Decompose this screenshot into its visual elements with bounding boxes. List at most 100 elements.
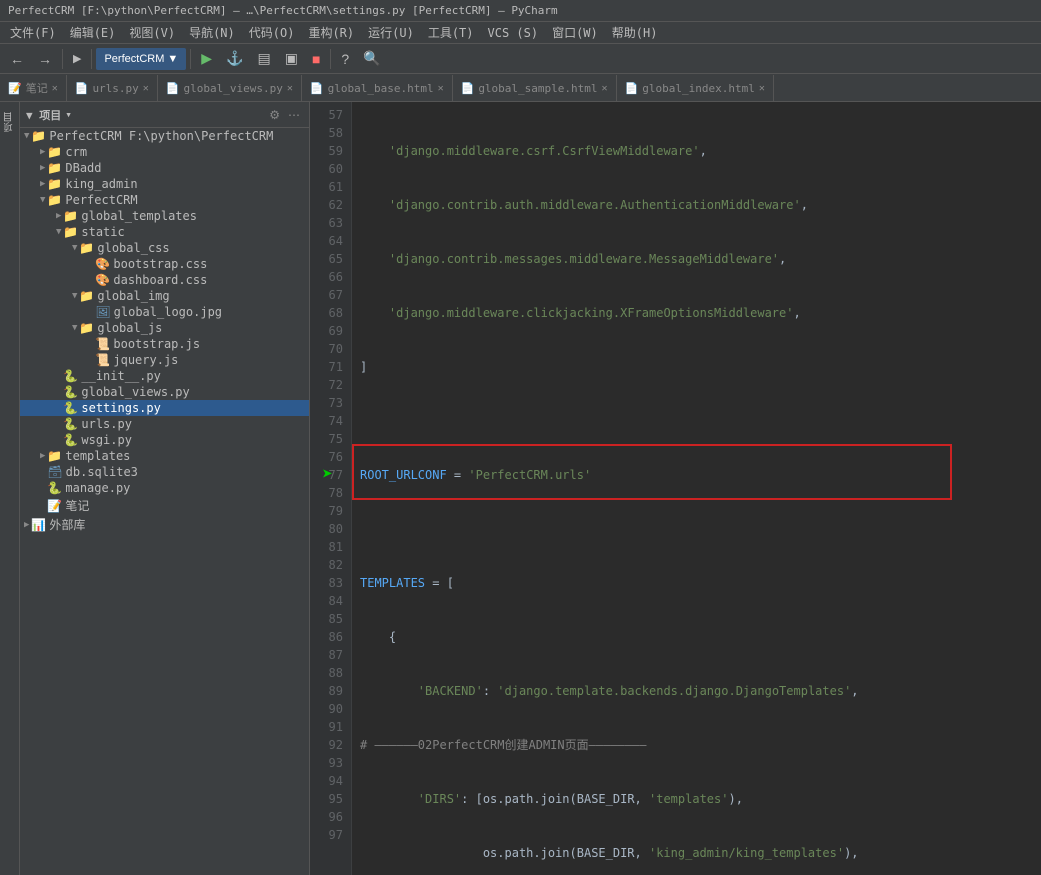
tree-root[interactable]: ▼ 📁 PerfectCRM F:\python\PerfectCRM	[20, 128, 309, 144]
menu-code[interactable]: 代码(O)	[243, 22, 301, 43]
wsgi-icon: 🐍	[63, 433, 78, 447]
tree-item-biji[interactable]: ▶ 📝 笔记	[20, 496, 309, 515]
tab-notes-label: 笔记	[26, 80, 48, 96]
biji-icon: 📝	[47, 499, 62, 513]
jquery-js-icon: 📜	[95, 353, 110, 367]
tab-global-base-close[interactable]: ✕	[438, 83, 444, 94]
find-action-button[interactable]: 🔍	[357, 47, 386, 71]
code-content[interactable]: 'django.middleware.csrf.CsrfViewMiddlewa…	[352, 102, 1041, 875]
menu-edit[interactable]: 编辑(E)	[64, 22, 122, 43]
bootstrap-js-icon: 📜	[95, 337, 110, 351]
global-templates-arrow: ▶	[56, 211, 61, 221]
project-dropdown[interactable]: ▾	[65, 108, 72, 121]
crm-folder-icon: 📁	[47, 145, 62, 159]
static-folder-icon: 📁	[63, 225, 78, 239]
perfectcrm-arrow: ▼	[40, 195, 45, 205]
global-css-arrow: ▼	[72, 243, 77, 253]
dbadd-label: DBadd	[65, 161, 101, 175]
menu-view[interactable]: 视图(V)	[123, 22, 181, 43]
king-admin-arrow: ▶	[40, 179, 45, 189]
run-config-label: PerfectCRM	[104, 53, 164, 65]
tab-global-views[interactable]: 📄 global_views.py ✕	[158, 75, 302, 101]
menu-help[interactable]: 帮助(H)	[606, 22, 664, 43]
coverage-button[interactable]: ▤	[251, 47, 276, 71]
tree-item-global-views[interactable]: ▶ 🐍 global_views.py	[20, 384, 309, 400]
titlebar-text: PerfectCRM [F:\python\PerfectCRM] – …\Pe…	[8, 4, 558, 17]
menu-vcs[interactable]: VCS (S)	[482, 24, 545, 42]
tree-item-static[interactable]: ▼ 📁 static	[20, 224, 309, 240]
code-line-59: 'django.contrib.messages.middleware.Mess…	[360, 250, 1041, 268]
ext-libs-label: 外部库	[49, 516, 85, 533]
tree-item-crm[interactable]: ▶ 📁 crm	[20, 144, 309, 160]
tab-urls[interactable]: 📄 urls.py ✕	[67, 75, 158, 101]
debug-button[interactable]: ⚓	[220, 47, 249, 71]
bootstrap-css-label: bootstrap.css	[113, 257, 207, 271]
sidebar-header-left: ▼ 项目 ▾	[26, 107, 72, 123]
back-button[interactable]: ←	[4, 47, 30, 71]
profile-button[interactable]: ▣	[279, 47, 304, 71]
tree-item-wsgi[interactable]: ▶ 🐍 wsgi.py	[20, 432, 309, 448]
tree-item-ext-libs[interactable]: ▶ 📊 外部库	[20, 515, 309, 534]
urls-label: urls.py	[81, 417, 132, 431]
stop-button[interactable]: ■	[306, 47, 326, 71]
tree-item-bootstrap-css[interactable]: ▶ 🎨 bootstrap.css	[20, 256, 309, 272]
sidebar-hide-btn[interactable]: ⋯	[285, 107, 303, 123]
run-config-button[interactable]: ▶	[67, 47, 87, 71]
menu-run[interactable]: 运行(U)	[362, 22, 420, 43]
tree-item-perfectcrm[interactable]: ▼ 📁 PerfectCRM	[20, 192, 309, 208]
tree-item-settings[interactable]: ▶ 🐍 settings.py	[20, 400, 309, 416]
tab-global-views-close[interactable]: ✕	[287, 83, 293, 94]
tab-global-base[interactable]: 📄 global_base.html ✕	[302, 75, 453, 101]
code-line-57: 'django.middleware.csrf.CsrfViewMiddlewa…	[360, 142, 1041, 160]
tab-global-index-close[interactable]: ✕	[759, 83, 765, 94]
tree-item-dashboard-css[interactable]: ▶ 🎨 dashboard.css	[20, 272, 309, 288]
code-line-60: 'django.middleware.clickjacking.XFrameOp…	[360, 304, 1041, 322]
global-templates-label: global_templates	[81, 209, 197, 223]
menu-window[interactable]: 窗口(W)	[546, 22, 604, 43]
tree-item-dbadd[interactable]: ▶ 📁 DBadd	[20, 160, 309, 176]
play-green-button[interactable]: ▶	[195, 47, 218, 71]
tree-item-global-templates[interactable]: ▶ 📁 global_templates	[20, 208, 309, 224]
settings-icon: 🐍	[63, 401, 78, 415]
crm-arrow: ▶	[40, 147, 45, 157]
main-area: 项目 ▼ 项目 ▾ ⚙ ⋯ ▼ 📁 PerfectCRM F:\python\P…	[0, 102, 1041, 875]
tree-item-init[interactable]: ▶ 🐍 __init__.py	[20, 368, 309, 384]
tabs-bar: 📝 笔记 ✕ 📄 urls.py ✕ 📄 global_views.py ✕ 📄…	[0, 74, 1041, 102]
tab-global-sample-close[interactable]: ✕	[602, 83, 608, 94]
tab-global-views-icon: 📄	[166, 82, 180, 95]
help-button[interactable]: ?	[335, 47, 355, 71]
project-strip[interactable]: 项目	[0, 106, 19, 138]
tree-item-bootstrap-js[interactable]: ▶ 📜 bootstrap.js	[20, 336, 309, 352]
dbadd-folder-icon: 📁	[47, 161, 62, 175]
db-label: db.sqlite3	[66, 465, 138, 479]
sidebar-settings-btn[interactable]: ⚙	[266, 107, 283, 123]
menu-file[interactable]: 文件(F)	[4, 22, 62, 43]
code-line-66: {	[360, 628, 1041, 646]
menu-tools[interactable]: 工具(T)	[422, 22, 480, 43]
tree-item-global-img[interactable]: ▼ 📁 global_img	[20, 288, 309, 304]
tree-item-jquery-js[interactable]: ▶ 📜 jquery.js	[20, 352, 309, 368]
menu-navigate[interactable]: 导航(N)	[183, 22, 241, 43]
tree-item-global-logo[interactable]: ▶ 🖼 global_logo.jpg	[20, 304, 309, 320]
tab-global-index[interactable]: 📄 global_index.html ✕	[617, 75, 774, 101]
menu-refactor[interactable]: 重构(R)	[302, 22, 360, 43]
tab-urls-close[interactable]: ✕	[143, 83, 149, 94]
tab-notes-close[interactable]: ✕	[52, 83, 58, 94]
tab-global-sample[interactable]: 📄 global_sample.html ✕	[453, 75, 617, 101]
perfectcrm-folder-icon: 📁	[47, 193, 62, 207]
tree-item-global-js[interactable]: ▼ 📁 global_js	[20, 320, 309, 336]
tree-item-king-admin[interactable]: ▶ 📁 king_admin	[20, 176, 309, 192]
tree-item-manage[interactable]: ▶ 🐍 manage.py	[20, 480, 309, 496]
tree-item-templates[interactable]: ▶ 📁 templates	[20, 448, 309, 464]
tree-item-global-css[interactable]: ▼ 📁 global_css	[20, 240, 309, 256]
tab-notes[interactable]: 📝 笔记 ✕	[0, 75, 67, 101]
tree-item-urls[interactable]: ▶ 🐍 urls.py	[20, 416, 309, 432]
tree-item-db[interactable]: ▶ 🗃 db.sqlite3	[20, 464, 309, 480]
templates-label: templates	[65, 449, 130, 463]
code-line-67: 'BACKEND': 'django.template.backends.dja…	[360, 682, 1041, 700]
templates-folder-icon: 📁	[47, 449, 62, 463]
run-button[interactable]: PerfectCRM ▼	[96, 48, 186, 70]
forward-button[interactable]: →	[32, 47, 58, 71]
code-line-69: 'DIRS': [os.path.join(BASE_DIR, 'templat…	[360, 790, 1041, 808]
code-area[interactable]: 57 58 59 60 61 62 63 64 65 66 67 68 69 7…	[310, 102, 1041, 875]
